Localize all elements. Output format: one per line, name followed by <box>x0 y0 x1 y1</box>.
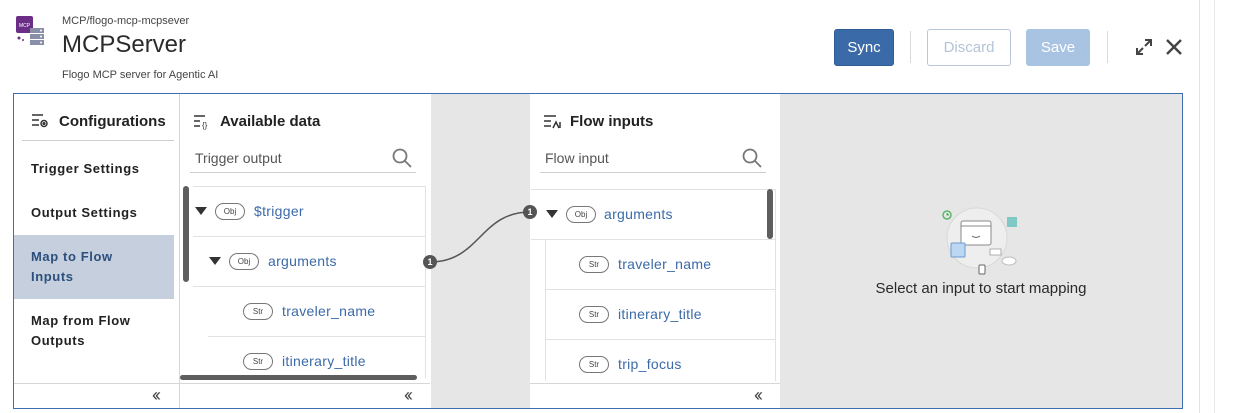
flow-inputs-icon <box>543 113 563 131</box>
expand-icon[interactable] <box>1134 37 1154 57</box>
collapse-flow-inputs-icon[interactable]: ‹‹ <box>754 385 763 406</box>
search-placeholder: Trigger output <box>195 149 282 166</box>
divider <box>531 239 775 240</box>
tree-node-itinerary-title[interactable]: itinerary_title <box>282 353 366 369</box>
toolbar-divider <box>910 31 911 63</box>
type-tag: Str <box>579 306 609 323</box>
flow-input-traveler-name[interactable]: traveler_name <box>618 256 711 272</box>
vertical-scrollbar[interactable] <box>767 189 773 239</box>
mapping-badge[interactable]: 1 <box>423 255 437 269</box>
divider <box>180 383 430 384</box>
window-edge <box>1199 0 1200 413</box>
save-button[interactable]: Save <box>1026 29 1090 66</box>
tree-node-trigger[interactable]: $trigger <box>254 203 304 219</box>
empty-mapping-message: Select an input to start mapping <box>875 280 1087 297</box>
divider <box>545 339 775 340</box>
search-icon[interactable] <box>391 147 413 169</box>
divider <box>208 336 425 337</box>
divider <box>193 286 425 287</box>
page-subtitle: Flogo MCP server for Agentic AI <box>62 69 219 81</box>
collapse-available-data-icon[interactable]: ‹‹ <box>404 385 413 406</box>
column-divider <box>179 94 180 408</box>
mapping-badge[interactable]: 1 <box>523 205 537 219</box>
type-tag: Str <box>579 256 609 273</box>
horizontal-scrollbar[interactable] <box>180 375 417 380</box>
configurations-heading: Configurations <box>59 113 166 130</box>
tree-node-arguments[interactable]: arguments <box>268 253 337 269</box>
divider <box>193 186 425 187</box>
column-divider <box>775 189 776 381</box>
type-tag: Str <box>243 353 273 370</box>
divider <box>14 383 179 384</box>
tree-node-traveler-name[interactable]: traveler_name <box>282 303 375 319</box>
nav-trigger-settings[interactable]: Trigger Settings <box>14 159 174 179</box>
type-tag: Obj <box>566 206 596 223</box>
page-title: MCPServer <box>62 31 187 58</box>
breadcrumb[interactable]: MCP/flogo-mcp-mcpsever <box>62 15 189 27</box>
flow-input-trip-focus[interactable]: trip_focus <box>618 356 682 372</box>
discard-button[interactable]: Discard <box>927 29 1011 66</box>
collapse-left-icon[interactable]: ‹‹ <box>152 385 161 406</box>
divider <box>22 140 174 141</box>
flow-input-itinerary-title[interactable]: itinerary_title <box>618 306 702 322</box>
type-tag: Obj <box>215 203 245 220</box>
search-icon[interactable] <box>741 147 763 169</box>
flow-inputs-heading: Flow inputs <box>570 113 654 130</box>
type-tag: Str <box>579 356 609 373</box>
type-tag: Str <box>243 303 273 320</box>
configurations-icon <box>31 112 49 130</box>
expand-triangle-icon[interactable] <box>209 257 221 265</box>
type-tag: Obj <box>229 253 259 270</box>
sync-button[interactable]: Sync <box>834 29 894 66</box>
flow-input-search[interactable]: Flow input <box>540 143 766 173</box>
flow-input-arguments[interactable]: arguments <box>604 206 673 222</box>
nav-output-settings[interactable]: Output Settings <box>14 203 174 223</box>
window-edge <box>1214 0 1215 413</box>
svg-text:{}: {} <box>202 121 208 130</box>
available-data-heading: Available data <box>220 113 321 130</box>
divider <box>531 189 775 190</box>
nav-map-from-flow-outputs[interactable]: Map from Flow Outputs <box>14 311 174 351</box>
search-placeholder: Flow input <box>545 149 609 166</box>
nav-map-to-flow-inputs[interactable]: Map to Flow Inputs <box>14 235 174 299</box>
divider <box>530 383 780 384</box>
empty-state-illustration <box>942 207 1017 275</box>
toolbar-divider <box>1107 31 1108 63</box>
column-divider <box>545 239 546 381</box>
expand-triangle-icon[interactable] <box>195 207 207 215</box>
vertical-scrollbar[interactable] <box>183 186 189 282</box>
logo-text: MCP <box>19 23 31 29</box>
expand-triangle-icon[interactable] <box>546 210 558 218</box>
mcp-server-logo: MCP <box>14 14 46 48</box>
divider <box>545 289 775 290</box>
available-data-icon: {} <box>193 113 211 131</box>
divider <box>193 236 425 237</box>
close-icon[interactable] <box>1163 36 1185 58</box>
trigger-output-search[interactable]: Trigger output <box>190 143 416 173</box>
